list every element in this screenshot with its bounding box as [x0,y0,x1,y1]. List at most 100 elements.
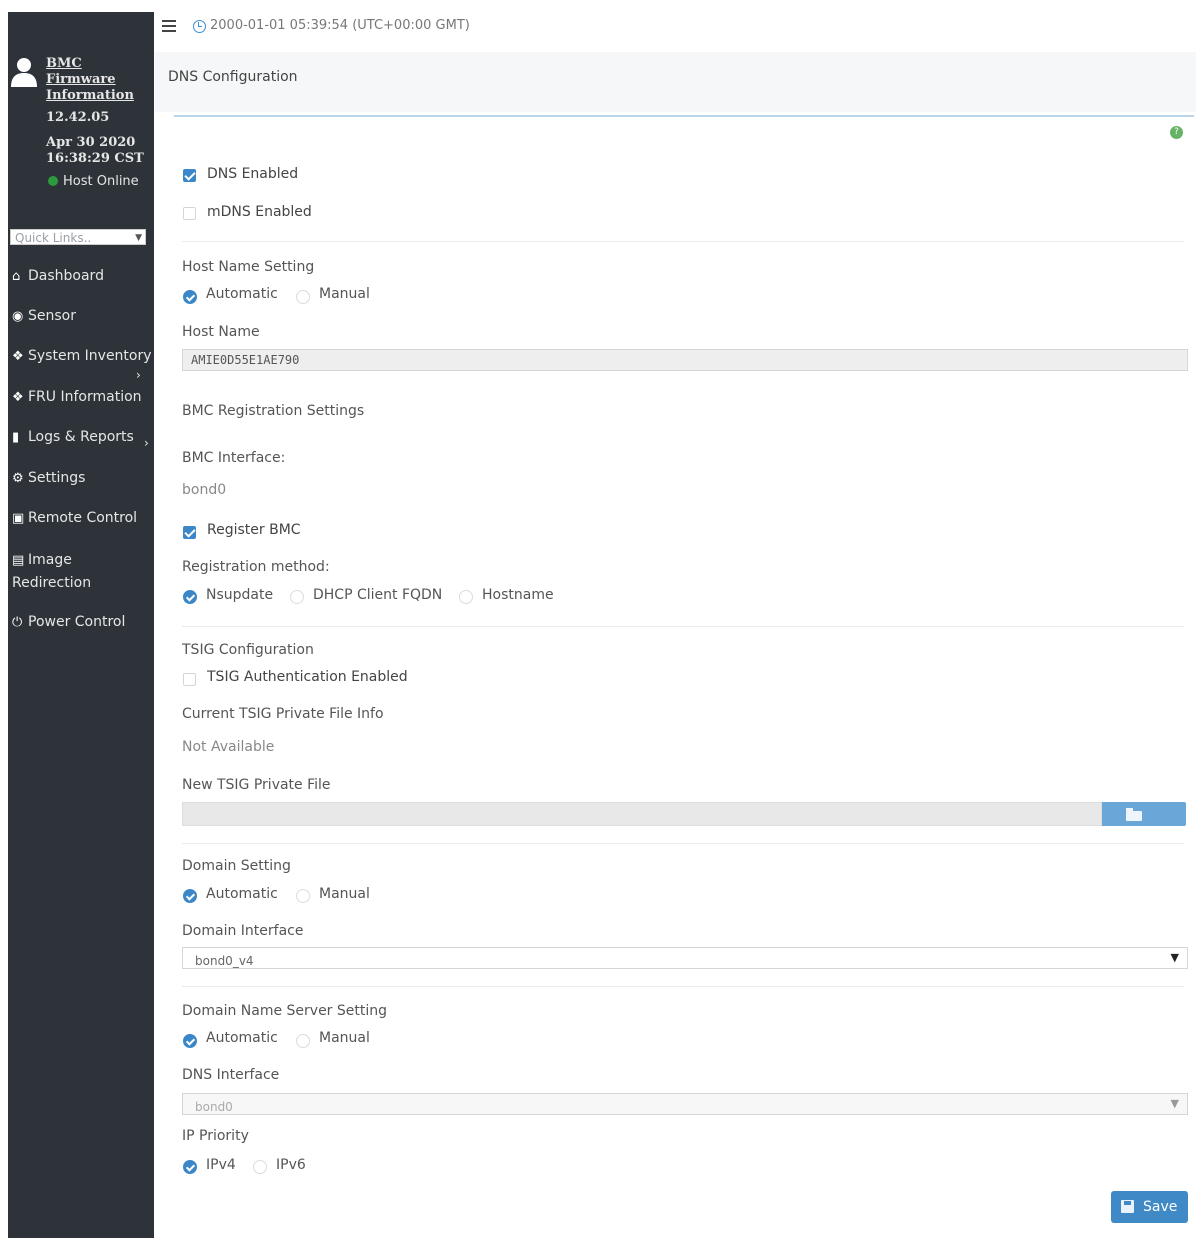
new-tsig-label: New TSIG Private File [182,777,331,793]
register-bmc-checkbox[interactable] [183,526,196,539]
hostname-radio[interactable] [459,590,473,604]
dns-server-setting-label: Domain Name Server Setting [182,1003,388,1019]
mdns-enabled-label: mDNS Enabled [207,204,312,220]
gear-icon: ⚙ [12,471,24,486]
ipv4-radio[interactable] [183,1160,197,1174]
sidebar-item-logs-reports[interactable]: ▮ Logs & Reports [12,426,152,449]
disk-icon: ▤ [12,553,25,568]
chevron-right-icon: › [144,436,149,450]
chevron-right-icon: › [136,368,141,382]
domain-interface-select[interactable]: bond0_v4 ▼ [182,947,1188,969]
host-name-setting-label: Host Name Setting [182,259,315,275]
dns-enabled-label: DNS Enabled [207,166,299,182]
sidebar-item-dashboard[interactable]: ⌂ Dashboard [12,265,152,288]
sidebar-item-system-inventory[interactable]: ❖ System Inventory [12,345,152,368]
sidebar-item-settings[interactable]: ⚙ Settings [12,467,152,490]
mdns-enabled-checkbox[interactable] [183,207,196,220]
ipv6-label: IPv6 [276,1157,306,1173]
chevron-down-icon: ▼ [1170,951,1179,964]
nsupdate-label: Nsupdate [206,587,274,603]
sensor-icon: ◉ [12,309,24,324]
dhcp-client-fqdn-label: DHCP Client FQDN [313,587,443,603]
hostname-label: Hostname [482,587,554,603]
firmware-version: 12.42.05 [46,110,110,125]
menu-toggle-icon[interactable] [162,20,176,32]
domain-manual-radio[interactable] [296,889,310,903]
host-name-manual-label: Manual [319,286,370,302]
status-dot-icon [48,176,58,186]
sidebar-item-power-control[interactable]: ⏻ Power Control [12,611,152,634]
host-name-automatic-label: Automatic [206,286,278,302]
bmc-interface-label: BMC Interface: [182,450,286,466]
divider [182,843,1184,844]
divider [182,626,1184,627]
user-icon [11,58,37,87]
sidebar-item-label: Settings [28,470,86,486]
page-title: DNS Configuration [168,69,298,85]
info-icon: ❖ [12,349,24,364]
domain-interface-value: bond0_v4 [195,954,254,968]
sidebar-item-label: Dashboard [28,268,104,284]
tsig-file-input[interactable] [182,802,1102,826]
domain-interface-label: Domain Interface [182,923,304,939]
ipv6-radio[interactable] [253,1160,267,1174]
chevron-down-icon: ▼ [135,233,142,243]
info-icon: ❖ [12,390,24,405]
ipv4-label: IPv4 [206,1157,236,1173]
host-status: Host Online [46,174,146,190]
bmc-registration-label: BMC Registration Settings [182,403,365,419]
host-name-manual-radio[interactable] [296,290,310,304]
firmware-date: Apr 30 2020 16:38:29 CST [46,135,144,166]
datetime: 2000-01-01 05:39:54 (UTC+00:00 GMT) [210,18,470,33]
sidebar-item-label: Logs & Reports [28,429,134,445]
domain-automatic-label: Automatic [206,886,278,902]
dns-server-manual-radio[interactable] [296,1034,310,1048]
tsig-auth-checkbox[interactable] [183,673,196,686]
page-header [155,52,1196,112]
domain-manual-label: Manual [319,886,370,902]
register-bmc-label: Register BMC [207,522,301,538]
clock-icon [193,20,206,33]
nsupdate-radio[interactable] [183,590,197,604]
current-tsig-label: Current TSIG Private File Info [182,706,384,722]
quick-links-select[interactable]: Quick Links.. ▼ [10,229,146,245]
host-name-field[interactable]: AMIE0D55E1AE790 [182,349,1188,371]
chevron-down-icon: ▼ [1170,1097,1179,1110]
dhcp-client-fqdn-radio[interactable] [290,590,304,604]
sidebar-item-fru-information[interactable]: ❖ FRU Information [12,386,152,409]
sidebar-item-label: Power Control [28,614,126,630]
dns-interface-select[interactable]: bond0 ▼ [182,1093,1188,1115]
divider [182,241,1184,242]
power-icon: ⏻ [12,615,23,630]
help-icon[interactable]: ? [1170,126,1183,139]
home-icon: ⌂ [12,269,21,284]
sidebar-item-label: System Inventory [28,348,152,364]
bar-chart-icon: ▮ [12,430,20,445]
dns-server-automatic-radio[interactable] [183,1034,197,1048]
dns-server-manual-label: Manual [319,1030,370,1046]
host-name-automatic-radio[interactable] [183,290,197,304]
quick-links-placeholder: Quick Links.. [15,231,92,245]
bmc-interface-value: bond0 [182,482,227,498]
browse-file-button[interactable] [1102,802,1186,826]
user-panel: BMC Firmware Information 12.42.05 Apr 30… [8,52,154,212]
firmware-info-link[interactable]: BMC Firmware Information [46,56,146,104]
domain-setting-label: Domain Setting [182,858,291,874]
dns-enabled-checkbox[interactable] [183,169,196,182]
sidebar-item-label: Sensor [28,308,76,324]
tsig-config-label: TSIG Configuration [182,642,314,658]
divider [182,986,1184,987]
folder-icon [1126,808,1142,821]
sidebar-item-image-redirection[interactable]: ▤ Image Redirection [12,549,122,594]
sidebar-item-remote-control[interactable]: ▣ Remote Control [12,507,152,530]
domain-automatic-radio[interactable] [183,889,197,903]
sidebar-item-sensor[interactable]: ◉ Sensor [12,305,152,328]
current-tsig-value: Not Available [182,739,275,755]
save-button-label: Save [1143,1199,1178,1215]
dns-interface-label: DNS Interface [182,1067,280,1083]
save-button[interactable]: Save [1111,1191,1188,1223]
host-status-text: Host Online [63,174,139,189]
sidebar-item-label: Remote Control [28,510,138,526]
monitor-icon: ▣ [12,511,25,526]
tsig-auth-label: TSIG Authentication Enabled [207,669,408,685]
